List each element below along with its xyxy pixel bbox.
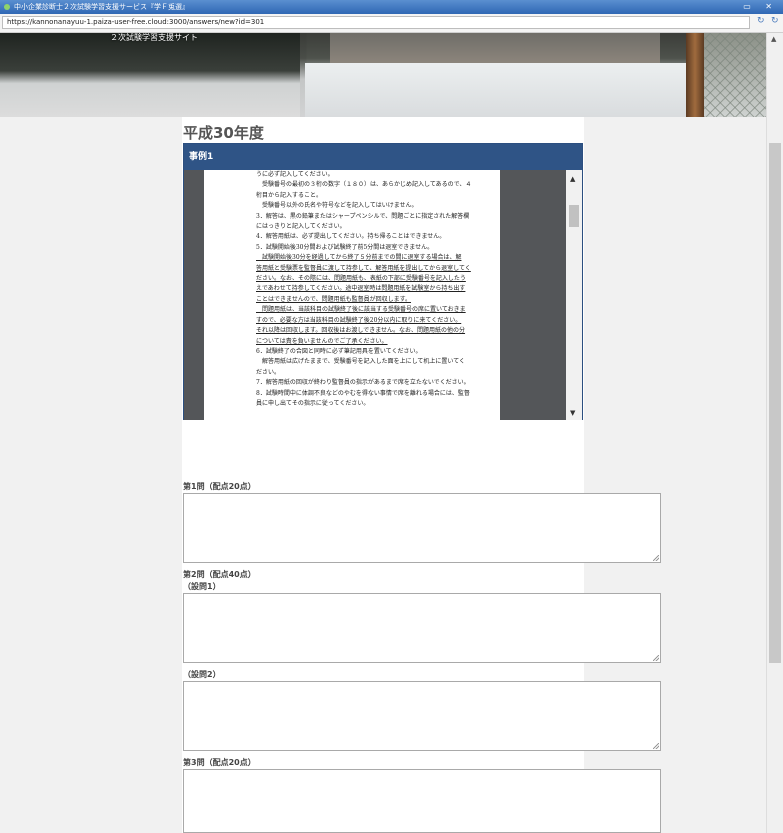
pdf-line: 7．解答用紙の回収が終わり監督員の指示があるまで席を立たないでください。 (256, 379, 470, 387)
pdf-line: ださい。なお、その際には、問題用紙も、表紙の下部に受験番号を記入したう (256, 275, 466, 283)
pdf-line: 8．試験時間中に体調不良などのやむを得ない事情で席を離れる場合には、監督 (256, 389, 470, 397)
answer-3-textarea[interactable] (183, 769, 661, 833)
resize-grip-icon[interactable] (653, 743, 659, 749)
pdf-line: 答用紙と受験票を監督員に渡して持参して、解答用紙を提出してから退室してく (256, 264, 471, 272)
question-2-sub1-label: （設問1） (183, 582, 221, 591)
case-panel: 事例1 うに必ず記入してください。 受験番号の最初の３桁の数字（１８０）は、あら… (183, 143, 583, 420)
pdf-scrollbar[interactable]: ▲ ▼ (566, 170, 582, 420)
question-3-label: 第3問（配点20点） (183, 758, 256, 767)
reload-icon[interactable]: ↻ (757, 16, 765, 26)
pdf-line: ことはできませんので、問題用紙も監督員が回収します。 (256, 295, 411, 303)
scroll-up-icon[interactable]: ▲ (570, 175, 575, 183)
pdf-page: うに必ず記入してください。 受験番号の最初の３桁の数字（１８０）は、あらかじめ記… (204, 170, 500, 420)
question-2-sub2-label: （設問2） (183, 670, 221, 679)
pdf-viewer[interactable]: うに必ず記入してください。 受験番号の最初の３桁の数字（１８０）は、あらかじめ記… (184, 170, 582, 420)
pdf-line: にはっきりと記入してください。 (256, 223, 346, 231)
header-photo-pole (686, 33, 704, 117)
header-photo-building (330, 33, 660, 63)
pdf-line: 3．解答は、黒の鉛筆またはシャープペンシルで、問題ごとに指定された解答欄 (256, 212, 470, 220)
page-scroll-thumb[interactable] (769, 143, 781, 663)
header-photo-fence (704, 33, 766, 117)
answer-2-1-textarea[interactable] (183, 593, 661, 663)
pdf-line: 5．試験開始後30分間および試験終了前5分間は退室できません。 (256, 243, 434, 251)
pdf-line: 受験番号の最初の３桁の数字（１８０）は、あらかじめ記入してあるので、４ (256, 181, 472, 189)
answer-1-textarea[interactable] (183, 493, 661, 563)
pdf-line: すので、必要な方は当該科目の試験終了後20分以内に取りに来てください。 (256, 316, 462, 324)
pdf-line: 4．解答用紙は、必ず提出してください。持ち帰ることはできません。 (256, 233, 446, 241)
header-photo-tree (0, 33, 300, 117)
pdf-line: ださい。 (256, 368, 281, 376)
window-controls[interactable]: ▭ ✕ (743, 0, 778, 14)
refresh-icon[interactable]: ↻ (771, 16, 779, 26)
question-1-label: 第1問（配点20点） (183, 482, 256, 491)
pdf-line: 受験番号以外の氏名や符号などを記入してはいけません。 (256, 202, 418, 210)
pdf-line: 桁目から記入すること。 (256, 191, 323, 199)
pdf-line: 員に申し出てその指示に従ってください。 (256, 399, 370, 407)
case-title: 事例1 (184, 144, 582, 170)
window-title-bar: 中小企業診断士２次試験学習支援サービス『学Ｆ兎選』 ▭ ✕ (0, 0, 783, 14)
address-bar: https://kannonanayuu-1.paiza-user-free.c… (0, 14, 783, 33)
app-icon (4, 4, 10, 10)
resize-grip-icon[interactable] (653, 655, 659, 661)
scroll-down-icon[interactable]: ▼ (570, 409, 575, 417)
pdf-line: えであわせて持参してください。途中退室時は問題用紙を試験室から持ち出す (256, 285, 466, 293)
pdf-line: 解答用紙は広げたままで、受験番号を記入した面を上にして机上に置いてく (256, 358, 466, 366)
answer-2-2-textarea[interactable] (183, 681, 661, 751)
pdf-line: 6．試験終了の合図と同時に必ず筆記用具を置いてください。 (256, 347, 422, 355)
page-scroll-up-icon[interactable]: ▲ (771, 35, 776, 43)
question-2-label: 第2問（配点40点） (183, 570, 256, 579)
pdf-line: については責を負いませんのでご了承ください。 (256, 337, 388, 345)
pdf-line: うに必ず記入してください。 (256, 171, 334, 178)
pdf-scroll-thumb[interactable] (569, 205, 579, 227)
pdf-line: 試験開始後30分を経過してから終了５分前までの間に退室する場合は、解 (256, 254, 462, 262)
header-banner: ２次試験学習支援サイト (0, 33, 766, 117)
url-input[interactable]: https://kannonanayuu-1.paiza-user-free.c… (2, 16, 750, 29)
page-scrollbar[interactable]: ▲ (766, 33, 783, 833)
resize-grip-icon[interactable] (653, 555, 659, 561)
pdf-line: 問題用紙は、当該科目の試験終了後に該当する受験番号の席に置いておきま (256, 306, 466, 314)
page-title: 平成30年度 (183, 124, 264, 142)
site-title[interactable]: ２次試験学習支援サイト (110, 33, 198, 43)
pdf-line: それ以降は回収します。回収後はお渡しできません。なお、問題用紙の他の分 (256, 327, 466, 335)
window-title: 中小企業診断士２次試験学習支援サービス『学Ｆ兎選』 (14, 3, 189, 11)
